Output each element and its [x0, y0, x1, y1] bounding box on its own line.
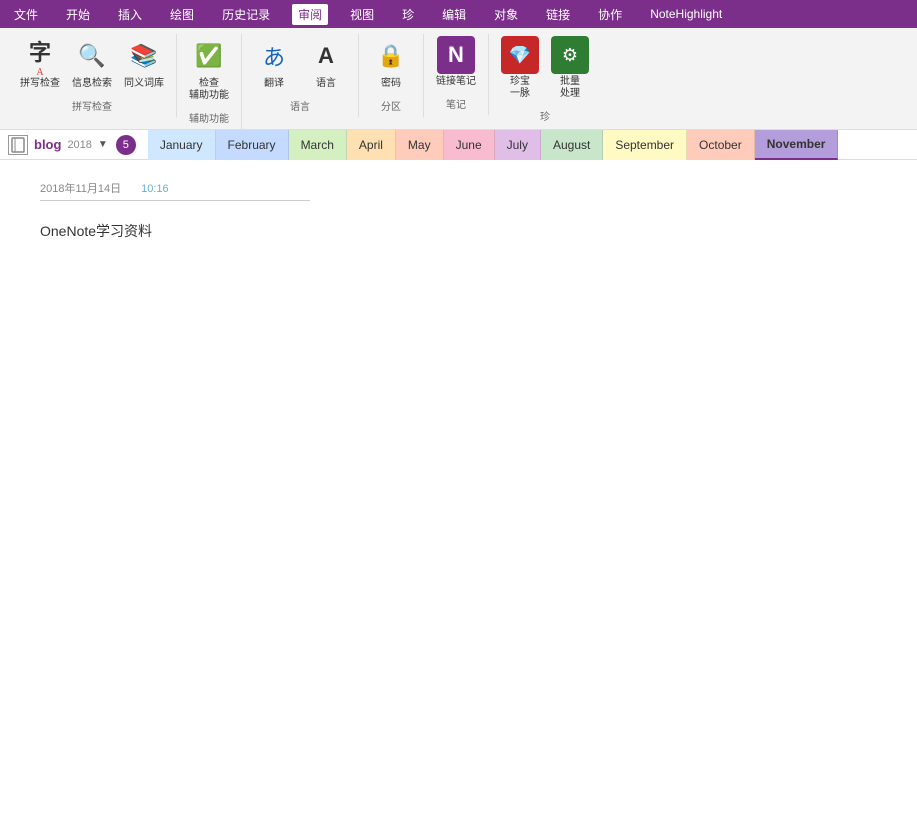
translate-label: 翻译 [264, 78, 284, 90]
ribbon-group-accessibility: ✅ 检查辅助功能 辅助功能 [177, 34, 242, 129]
menu-item-history[interactable]: 历史记录 [216, 4, 276, 25]
month-tabs: JanuaryFebruaryMarchAprilMayJuneJulyAugu… [148, 130, 909, 160]
info-search-button[interactable]: 🔍 信息检索 [68, 34, 116, 92]
month-tab-march[interactable]: March [289, 130, 347, 160]
password-icon: 🔒 [371, 36, 411, 76]
batch-process-button[interactable]: ⚙ 批量处理 [547, 34, 593, 102]
month-tab-february[interactable]: February [216, 130, 289, 160]
note-group-label: 笔记 [432, 94, 480, 115]
menu-item-draw[interactable]: 绘图 [164, 4, 200, 25]
month-tab-october[interactable]: October [687, 130, 755, 160]
accessibility-check-icon: ✅ [189, 36, 229, 76]
ribbon-group-note: N 链接笔记 笔记 [424, 34, 489, 115]
note-date: 2018年11月14日 [40, 180, 121, 196]
language-button[interactable]: A 语言 [302, 34, 350, 92]
menu-bar: 文件 开始 插入 绘图 历史记录 审阅 视图 珍 编辑 对象 链接 协作 Not… [0, 0, 917, 28]
content-area: 2018年11月14日 10:16 OneNote学习资料 [0, 160, 917, 261]
info-search-label: 信息检索 [72, 78, 112, 90]
accessibility-check-button[interactable]: ✅ 检查辅助功能 [185, 34, 233, 104]
accessibility-group-label: 辅助功能 [185, 108, 233, 129]
notebook-year: 2018 [67, 139, 91, 151]
month-tab-january[interactable]: January [148, 130, 216, 160]
language-group-label: 语言 [250, 96, 350, 117]
spell-check-icon: 字 A [20, 36, 60, 76]
ribbon: 字 A 拼写检查 🔍 信息检索 📚 同义词库 [0, 28, 917, 130]
batch-process-icon: ⚙ [551, 36, 589, 74]
translate-icon: あ [254, 36, 294, 76]
info-search-icon: 🔍 [72, 36, 112, 76]
month-tab-september[interactable]: September [603, 130, 687, 160]
month-tab-june[interactable]: June [444, 130, 495, 160]
translate-button[interactable]: あ 翻译 [250, 34, 298, 92]
language-label: 语言 [316, 78, 336, 90]
accessibility-check-label: 检查辅助功能 [189, 78, 229, 102]
ribbon-group-section: 🔒 密码 分区 [359, 34, 424, 117]
thesaurus-label: 同义词库 [124, 78, 164, 90]
notebook-title: blog [34, 137, 61, 152]
ribbon-group-spell: 字 A 拼写检查 🔍 信息检索 📚 同义词库 [8, 34, 177, 117]
spell-check-label: 拼写检查 [20, 78, 60, 90]
notebook-row: blog 2018 ▼ 5 JanuaryFebruaryMarchAprilM… [0, 130, 917, 160]
language-icon: A [306, 36, 346, 76]
ribbon-group-language: あ 翻译 A 语言 语言 [242, 34, 359, 117]
gem-label: 珍宝一脉 [510, 76, 530, 100]
spell-check-button[interactable]: 字 A 拼写检查 [16, 34, 64, 92]
menu-item-start[interactable]: 开始 [60, 4, 96, 25]
notebook-dropdown[interactable]: ▼ [98, 139, 108, 150]
menu-item-collab[interactable]: 协作 [592, 4, 628, 25]
month-tab-july[interactable]: July [495, 130, 541, 160]
notebook-icon [8, 135, 28, 155]
menu-item-review[interactable]: 审阅 [292, 4, 328, 25]
menu-item-file[interactable]: 文件 [8, 4, 44, 25]
gem-group-label: 珍 [497, 106, 593, 127]
month-tab-november[interactable]: November [755, 130, 839, 160]
month-tab-august[interactable]: August [541, 130, 603, 160]
menu-item-view[interactable]: 视图 [344, 4, 380, 25]
password-button[interactable]: 🔒 密码 [367, 34, 415, 92]
link-note-label: 链接笔记 [436, 76, 476, 88]
section-group-label: 分区 [367, 96, 415, 117]
batch-process-label: 批量处理 [560, 76, 580, 100]
note-time: 10:16 [141, 183, 169, 195]
spell-group-label: 拼写检查 [16, 96, 168, 117]
menu-item-edit[interactable]: 编辑 [436, 4, 472, 25]
page-count: 5 [116, 135, 136, 155]
gem-icon: 💎 [501, 36, 539, 74]
month-tab-april[interactable]: April [347, 130, 396, 160]
menu-item-object[interactable]: 对象 [488, 4, 524, 25]
note-divider [40, 200, 310, 201]
ribbon-group-gem: 💎 珍宝一脉 ⚙ 批量处理 珍 [489, 34, 601, 127]
thesaurus-button[interactable]: 📚 同义词库 [120, 34, 168, 92]
note-content[interactable]: OneNote学习资料 [40, 221, 877, 241]
month-tab-may[interactable]: May [396, 130, 444, 160]
menu-item-zhen[interactable]: 珍 [396, 4, 420, 25]
thesaurus-icon: 📚 [124, 36, 164, 76]
password-label: 密码 [381, 78, 401, 90]
link-note-button[interactable]: N 链接笔记 [432, 34, 480, 90]
menu-item-insert[interactable]: 插入 [112, 4, 148, 25]
link-note-icon: N [437, 36, 475, 74]
menu-item-link[interactable]: 链接 [540, 4, 576, 25]
menu-item-notehighlight[interactable]: NoteHighlight [644, 5, 728, 23]
gem-button[interactable]: 💎 珍宝一脉 [497, 34, 543, 102]
